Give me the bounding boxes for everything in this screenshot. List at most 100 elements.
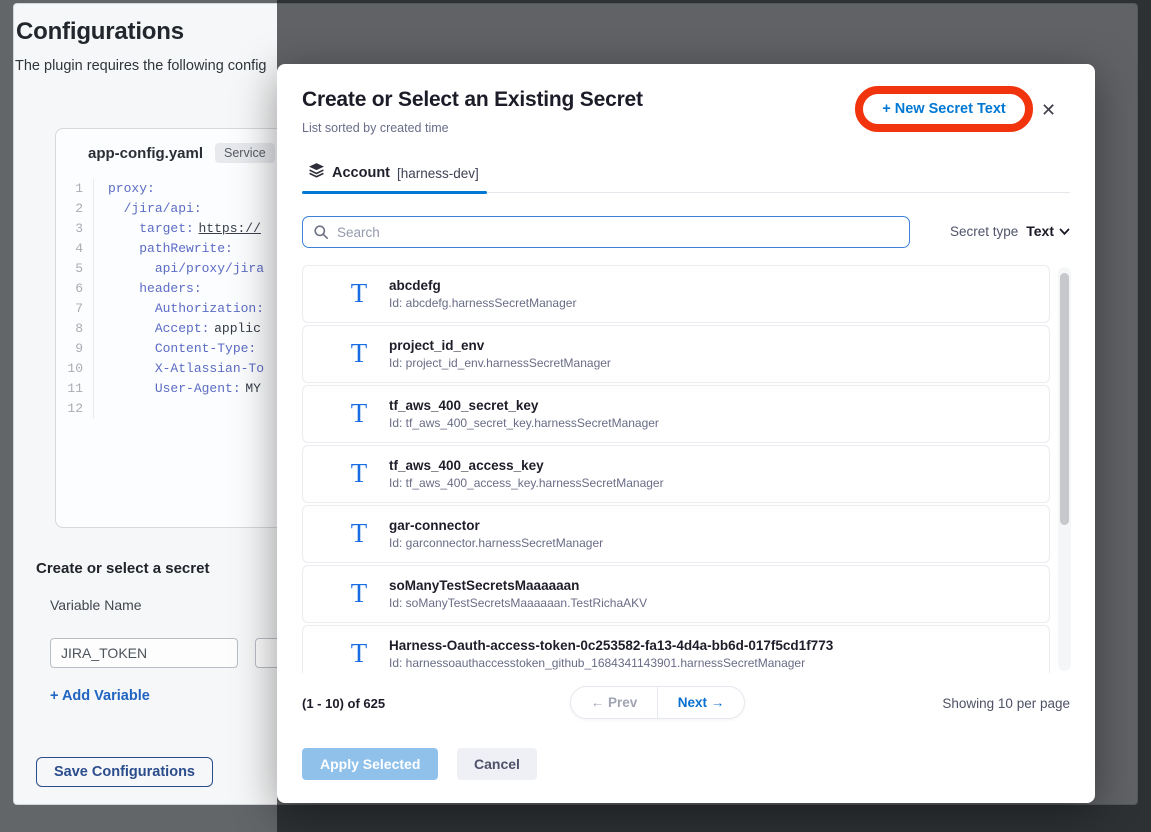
code-key: target: [139, 219, 194, 239]
text-secret-icon: T [347, 280, 371, 307]
secret-list-item[interactable]: T project_id_env Id: project_id_env.harn… [302, 325, 1050, 383]
code-key: X-Atlassian-To [155, 359, 264, 379]
code-key: Accept: [155, 319, 210, 339]
code-key: /jira/api: [124, 199, 202, 219]
secret-type-dropdown[interactable]: Text [1026, 223, 1070, 239]
line-number: 4 [56, 239, 94, 259]
pagination-range: (1 - 10) of 625 [302, 696, 385, 711]
line-number: 9 [56, 339, 94, 359]
secret-list-item[interactable]: T tf_aws_400_access_key Id: tf_aws_400_a… [302, 445, 1050, 503]
scrollbar-thumb[interactable] [1060, 273, 1069, 525]
secret-id: Id: harnessoauthaccesstoken_github_16843… [389, 656, 833, 670]
line-number: 2 [56, 199, 94, 219]
secret-texts: tf_aws_400_access_key Id: tf_aws_400_acc… [389, 458, 664, 490]
add-variable-link[interactable]: + Add Variable [50, 688, 150, 704]
line-number: 11 [56, 379, 94, 399]
tab-active-underline [302, 191, 487, 194]
code-indent [108, 359, 155, 379]
line-number: 10 [56, 359, 94, 379]
search-icon [313, 224, 329, 245]
search-input[interactable] [302, 216, 910, 248]
tab-account-label: Account [332, 165, 390, 181]
text-secret-icon: T [347, 340, 371, 367]
secret-list-item[interactable]: T gar-connector Id: garconnector.harness… [302, 505, 1050, 563]
code-key: Content-Type: [155, 339, 256, 359]
secret-name: tf_aws_400_access_key [389, 458, 664, 473]
cancel-button[interactable]: Cancel [457, 748, 537, 780]
per-page-label: Showing 10 per page [942, 696, 1070, 711]
pagination-pill: ← Prev Next → [570, 686, 745, 719]
text-secret-icon: T [347, 520, 371, 547]
secret-list-item[interactable]: T Harness-Oauth-access-token-0c253582-fa… [302, 625, 1050, 673]
variable-name-input[interactable] [50, 638, 238, 668]
variable-name-label: Variable Name [50, 597, 142, 613]
annotation-ring: + New Secret Text [855, 86, 1033, 132]
secret-texts: Harness-Oauth-access-token-0c253582-fa13… [389, 638, 833, 670]
secret-name: abcdefg [389, 278, 576, 293]
apply-selected-button[interactable]: Apply Selected [302, 748, 438, 780]
next-button[interactable]: Next → [658, 687, 744, 718]
secret-name: gar-connector [389, 518, 603, 533]
secret-texts: soManyTestSecretsMaaaaaan Id: soManyTest… [389, 578, 647, 610]
tab-account-scope: [harness-dev] [397, 166, 479, 181]
code-indent [108, 319, 155, 339]
modal-title: Create or Select an Existing Secret [302, 88, 643, 112]
new-secret-text-button[interactable]: + New Secret Text [882, 101, 1005, 117]
secret-id: Id: abcdefg.harnessSecretManager [389, 296, 576, 310]
secret-type-filter: Secret type Text [950, 223, 1070, 239]
service-badge: Service [215, 143, 275, 163]
modal-subtitle: List sorted by created time [302, 121, 449, 135]
secret-id: Id: soManyTestSecretsMaaaaaan.TestRichaA… [389, 596, 647, 610]
code-indent [108, 279, 139, 299]
close-icon[interactable]: ✕ [1041, 100, 1056, 121]
secret-type-value: Text [1026, 223, 1054, 239]
line-number: 6 [56, 279, 94, 299]
line-number: 12 [56, 399, 94, 419]
code-indent [108, 379, 155, 399]
tab-account[interactable]: Account [harness-dev] [302, 156, 1070, 184]
code-value: applic [214, 319, 261, 339]
secret-name: soManyTestSecretsMaaaaaan [389, 578, 647, 593]
secret-list: T abcdefg Id: abcdefg.harnessSecretManag… [302, 265, 1070, 673]
layers-icon [308, 162, 325, 184]
secret-id: Id: garconnector.harnessSecretManager [389, 536, 603, 550]
secret-name: tf_aws_400_secret_key [389, 398, 659, 413]
screen: Configurations The plugin requires the f… [0, 0, 1151, 832]
secret-name: Harness-Oauth-access-token-0c253582-fa13… [389, 638, 833, 653]
secret-list-item[interactable]: T abcdefg Id: abcdefg.harnessSecretManag… [302, 265, 1050, 323]
secret-texts: gar-connector Id: garconnector.harnessSe… [389, 518, 603, 550]
save-configurations-button[interactable]: Save Configurations [36, 757, 213, 787]
secret-texts: abcdefg Id: abcdefg.harnessSecretManager [389, 278, 576, 310]
text-secret-icon: T [347, 460, 371, 487]
secret-id: Id: tf_aws_400_secret_key.harnessSecretM… [389, 416, 659, 430]
secret-list-item[interactable]: T soManyTestSecretsMaaaaaan Id: soManyTe… [302, 565, 1050, 623]
secret-section-heading: Create or select a secret [36, 560, 209, 577]
code-value: MY [245, 379, 261, 399]
prev-button[interactable]: ← Prev [571, 687, 657, 718]
line-number: 8 [56, 319, 94, 339]
code-key: headers: [139, 279, 201, 299]
text-secret-icon: T [347, 640, 371, 667]
code-key: User-Agent: [155, 379, 241, 399]
chevron-down-icon [1059, 223, 1070, 239]
code-indent [108, 219, 139, 239]
secret-modal: Create or Select an Existing Secret List… [277, 64, 1095, 803]
code-indent [108, 199, 124, 219]
code-indent [108, 239, 139, 259]
line-number: 5 [56, 259, 94, 279]
code-indent [108, 259, 155, 279]
page-title: Configurations [16, 18, 184, 46]
text-secret-icon: T [347, 400, 371, 427]
secret-list-item[interactable]: T tf_aws_400_secret_key Id: tf_aws_400_s… [302, 385, 1050, 443]
secret-type-label: Secret type [950, 224, 1018, 239]
secret-texts: project_id_env Id: project_id_env.harnes… [389, 338, 611, 370]
line-number: 7 [56, 299, 94, 319]
secret-name: project_id_env [389, 338, 611, 353]
text-secret-icon: T [347, 580, 371, 607]
line-number: 3 [56, 219, 94, 239]
tab-bar: Account [harness-dev] [302, 156, 1070, 193]
code-value: https:// [199, 219, 261, 239]
code-key: proxy: [108, 179, 155, 199]
secret-id: Id: tf_aws_400_access_key.harnessSecretM… [389, 476, 664, 490]
code-key: pathRewrite: [139, 239, 233, 259]
